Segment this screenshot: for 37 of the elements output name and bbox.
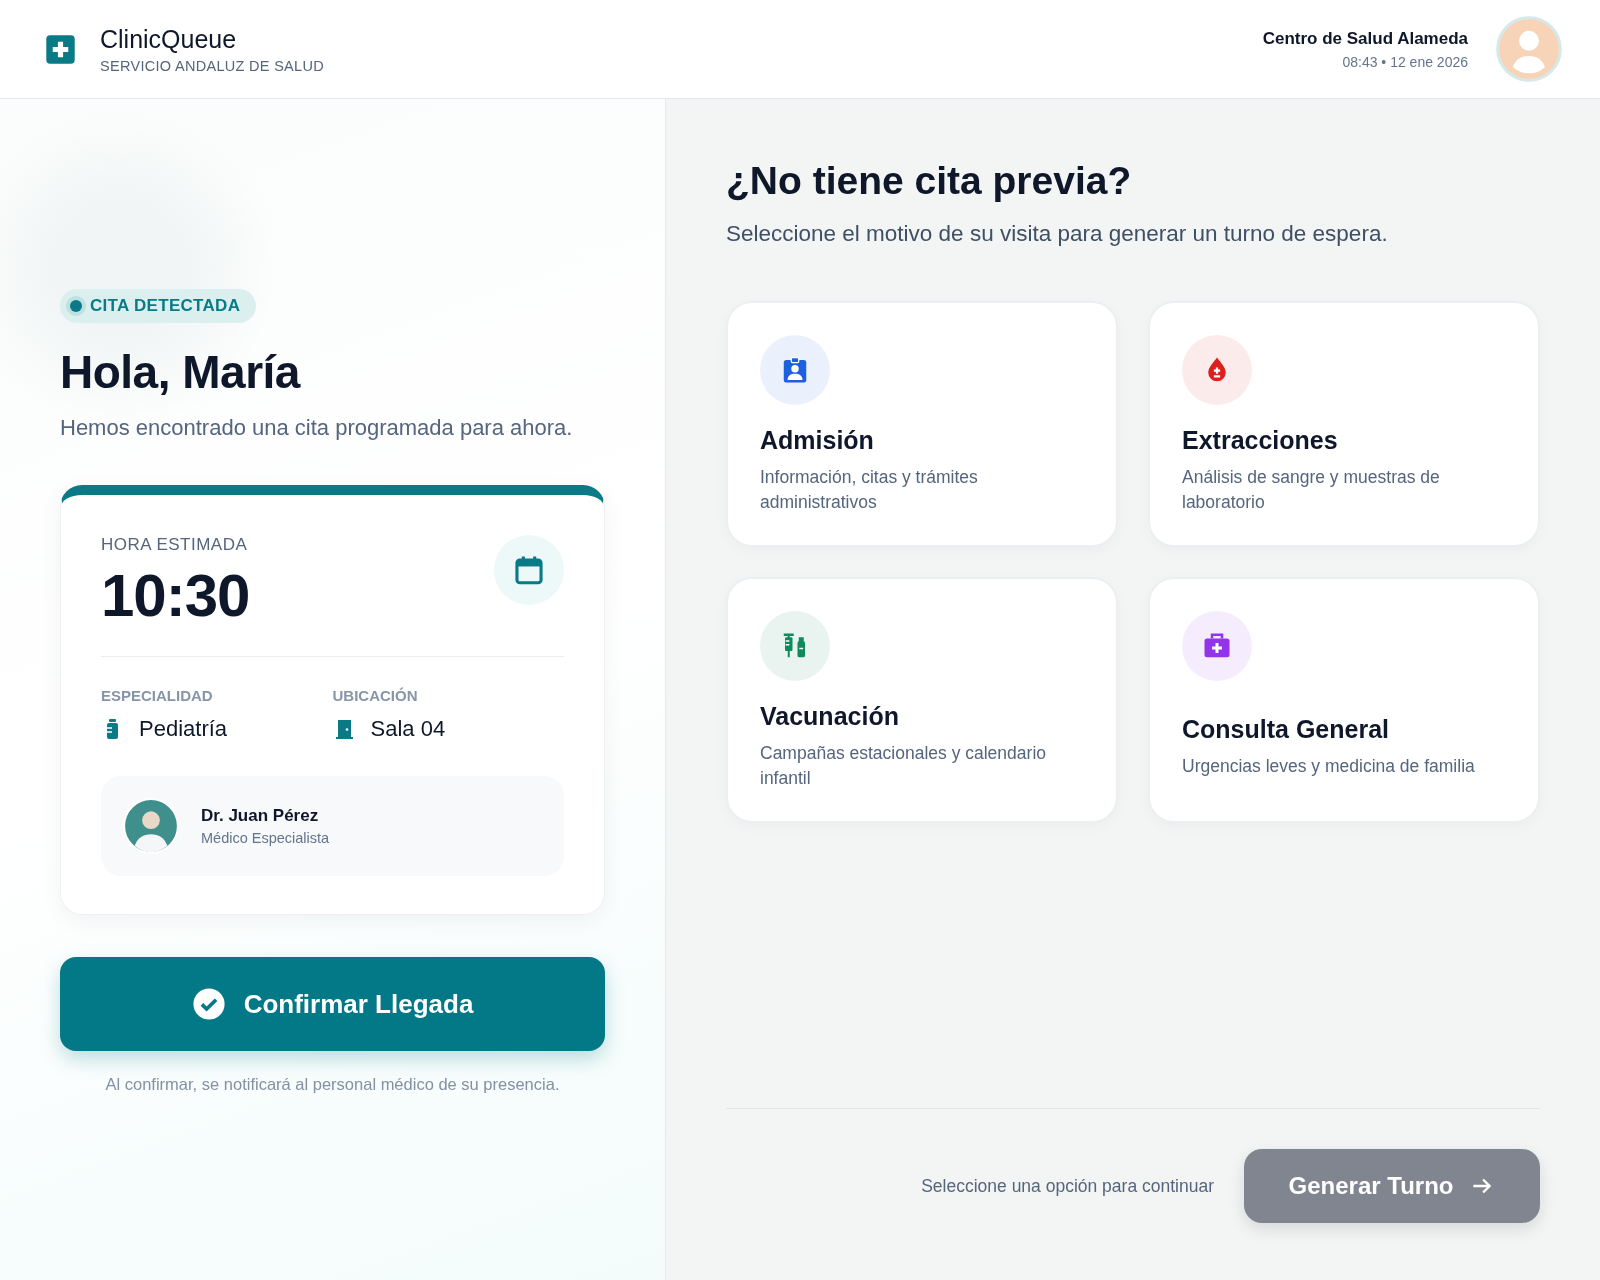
organization-name: SERVICIO ANDALUZ DE SALUD [100,57,324,74]
confirm-note: Al confirmar, se notificará al personal médico de su presencia. [104,1075,561,1094]
confirm-arrival-button[interactable]: Confirmar Llegada [60,957,605,1051]
doctor-role: Médico Especialista [201,830,330,846]
service-description: Campañas estacionales y calendario infantil [760,742,1047,790]
service-card[interactable]: Consulta General Urgencias leves y medicina de familia [1148,577,1540,823]
service-card[interactable]: Vacunación Campañas estacionales y calendario infantil [726,577,1118,823]
service-card[interactable]: Admisión Información, citas y trámites administrativos [726,301,1118,547]
service-description: Información, citas y trámites administrativos [760,466,979,514]
service-title: Admisión [760,426,875,455]
service-description: Urgencias leves y medicina de familia [1182,755,1476,778]
appointment-message: Hemos encontrado una cita programada para ahora. [60,415,574,441]
service-title: Consulta General [1182,715,1390,744]
service-title: Extracciones [1182,426,1339,455]
detail-label: ESPECIALIDAD [101,687,214,704]
detail-label: UBICACIÓN [332,687,419,704]
doctor-avatar-icon [123,798,179,854]
check-circle-icon [191,987,226,1021]
selection-hint: Seleccione una opción para continuar [921,1175,1214,1197]
service-title: Vacunación [760,702,900,731]
logo-icon [45,33,76,65]
detail-value: Pediatría [139,716,228,742]
service-description: Análisis de sangre y muestras de laboratorio [1182,466,1441,514]
badge-label: CITA DETECTADA [90,296,241,316]
time-label: HORA ESTIMADA [101,535,249,555]
app-name: ClinicQueue [100,24,238,54]
walk-in-subtitle: Seleccione el motivo de su visita para generar un turno de espera. [726,221,1389,247]
service-card[interactable]: Extracciones Análisis de sangre y muestras de laboratorio [1148,301,1540,547]
user-avatar-icon [1496,16,1562,82]
doctor-name: Dr. Juan Pérez [201,806,320,826]
walk-in-heading: ¿No tiene cita previa? [726,159,1133,203]
greeting-heading: Hola, María [60,345,302,399]
date-time: 08:43 • 12 ene 2026 [1341,53,1468,70]
detail-value: Sala 04 [370,716,446,742]
appointment-time: 10:30 [101,561,250,630]
status-dot-icon [70,300,82,312]
center-name: Centro de Salud Alameda [1262,28,1468,49]
